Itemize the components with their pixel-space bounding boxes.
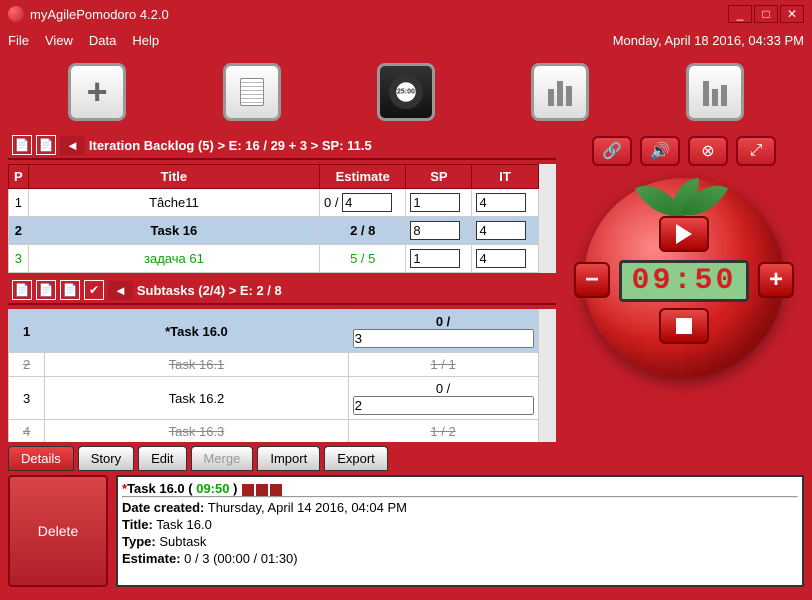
subtasks-header: 📄 📄 📄 ✔ ◄ Subtasks (2/4) > E: 2 / 8 bbox=[8, 277, 556, 305]
backlog-row[interactable]: 1 Tâche11 0 / bbox=[9, 189, 539, 217]
col-it[interactable]: IT bbox=[472, 165, 538, 189]
menu-file[interactable]: File bbox=[8, 33, 29, 48]
pomodoro-square-icon bbox=[256, 484, 268, 496]
close-button[interactable]: ✕ bbox=[780, 5, 804, 23]
backlog-row[interactable]: 2 Task 16 2 / 8 bbox=[9, 217, 539, 245]
subtask-row[interactable]: 4 Task 16.3 1 / 2 bbox=[9, 420, 539, 443]
plus-icon: + bbox=[87, 71, 108, 113]
bar-chart-icon bbox=[703, 78, 727, 106]
backlog-scrollbar[interactable] bbox=[539, 164, 556, 273]
subtasks-header-text: Subtasks (2/4) > E: 2 / 8 bbox=[137, 283, 282, 298]
subtasks-table: 1 *Task 16.0 0 / 2 Task 16.1 1 / 1 3 Tas… bbox=[8, 309, 539, 442]
tab-import[interactable]: Import bbox=[257, 446, 320, 471]
chart2-button[interactable] bbox=[686, 63, 744, 121]
estimate-input[interactable] bbox=[342, 193, 392, 212]
menu-help[interactable]: Help bbox=[132, 33, 159, 48]
menu-data[interactable]: Data bbox=[89, 33, 116, 48]
collapse-arrow-icon[interactable]: ◄ bbox=[108, 281, 133, 300]
subtask-row[interactable]: 3 Task 16.2 0 / bbox=[9, 377, 539, 420]
stop-button[interactable] bbox=[659, 308, 709, 344]
tab-details[interactable]: Details bbox=[8, 446, 74, 471]
menu-view[interactable]: View bbox=[45, 33, 73, 48]
bar-chart-icon bbox=[548, 78, 572, 106]
minus-button[interactable]: − bbox=[574, 262, 610, 298]
tab-edit[interactable]: Edit bbox=[138, 446, 186, 471]
datetime-label: Monday, April 18 2016, 04:33 PM bbox=[613, 33, 804, 48]
timer-display: 09:50 bbox=[619, 260, 749, 302]
sp-input[interactable] bbox=[410, 221, 460, 240]
details-title: *Task 16.0 ( 09:50 ) bbox=[122, 481, 798, 496]
sound-button[interactable]: 🔊 bbox=[640, 136, 680, 166]
estimate-input[interactable] bbox=[353, 396, 534, 415]
copy-doc-icon[interactable]: 📄 bbox=[36, 135, 56, 155]
backlog-header: 📄 📄 ◄ Iteration Backlog (5) > E: 16 / 29… bbox=[8, 132, 556, 160]
window-title: myAgilePomodoro 4.2.0 bbox=[30, 7, 169, 22]
menubar: File View Data Help Monday, April 18 201… bbox=[0, 28, 812, 52]
backlog-header-text: Iteration Backlog (5) > E: 16 / 29 + 3 >… bbox=[89, 138, 372, 153]
plus-button[interactable]: + bbox=[758, 262, 794, 298]
compass-button[interactable]: ⊗ bbox=[688, 136, 728, 166]
it-input[interactable] bbox=[476, 249, 526, 268]
sp-input[interactable] bbox=[410, 249, 460, 268]
pomodoro-timer: − 09:50 + bbox=[584, 178, 784, 378]
tab-merge[interactable]: Merge bbox=[191, 446, 254, 471]
timer-control-row: 🔗 🔊 ⊗ ⤢ bbox=[592, 136, 776, 166]
col-sp[interactable]: SP bbox=[406, 165, 472, 189]
backlog-row[interactable]: 3 задача 61 5 / 5 bbox=[9, 245, 539, 273]
it-input[interactable] bbox=[476, 193, 526, 212]
minimize-button[interactable]: _ bbox=[728, 5, 752, 23]
subtasks-scrollbar[interactable] bbox=[539, 309, 556, 442]
delete-button[interactable]: Delete bbox=[8, 475, 108, 587]
tab-export[interactable]: Export bbox=[324, 446, 388, 471]
subtask-row[interactable]: 2 Task 16.1 1 / 1 bbox=[9, 353, 539, 377]
new-doc-icon[interactable]: 📄 bbox=[12, 280, 32, 300]
backlog-header-row: P Title Estimate SP IT bbox=[9, 165, 539, 189]
col-estimate[interactable]: Estimate bbox=[320, 165, 406, 189]
add-button[interactable]: + bbox=[68, 63, 126, 121]
col-title[interactable]: Title bbox=[28, 165, 319, 189]
pomodoro-square-icon bbox=[242, 484, 254, 496]
check-icon[interactable]: ✔ bbox=[84, 280, 104, 300]
it-input[interactable] bbox=[476, 221, 526, 240]
chart1-button[interactable] bbox=[531, 63, 589, 121]
details-panel: *Task 16.0 ( 09:50 ) Date created: Thurs… bbox=[116, 475, 804, 587]
main-toolbar: + bbox=[0, 52, 812, 132]
new-doc-icon[interactable]: 📄 bbox=[12, 135, 32, 155]
copy-doc-icon[interactable]: 📄 bbox=[36, 280, 56, 300]
copy-doc-icon[interactable]: 📄 bbox=[60, 280, 80, 300]
timer-button[interactable] bbox=[377, 63, 435, 121]
app-icon bbox=[8, 6, 24, 22]
document-icon bbox=[240, 78, 264, 106]
detail-tabs: Details Story Edit Merge Import Export bbox=[0, 442, 812, 471]
link-button[interactable]: 🔗 bbox=[592, 136, 632, 166]
estimate-input[interactable] bbox=[353, 329, 534, 348]
timer-icon bbox=[389, 75, 423, 109]
collapse-arrow-icon[interactable]: ◄ bbox=[60, 136, 85, 155]
titlebar: myAgilePomodoro 4.2.0 _ □ ✕ bbox=[0, 0, 812, 28]
backlog-table: P Title Estimate SP IT 1 Tâche11 0 / 2 T… bbox=[8, 164, 539, 273]
sp-input[interactable] bbox=[410, 193, 460, 212]
maximize-button[interactable]: □ bbox=[754, 5, 778, 23]
list-button[interactable] bbox=[223, 63, 281, 121]
col-p[interactable]: P bbox=[9, 165, 29, 189]
tab-story[interactable]: Story bbox=[78, 446, 134, 471]
expand-button[interactable]: ⤢ bbox=[736, 136, 776, 166]
pomodoro-square-icon bbox=[270, 484, 282, 496]
play-button[interactable] bbox=[659, 216, 709, 252]
tomato-leaves-icon bbox=[634, 178, 734, 218]
subtask-row[interactable]: 1 *Task 16.0 0 / bbox=[9, 310, 539, 353]
